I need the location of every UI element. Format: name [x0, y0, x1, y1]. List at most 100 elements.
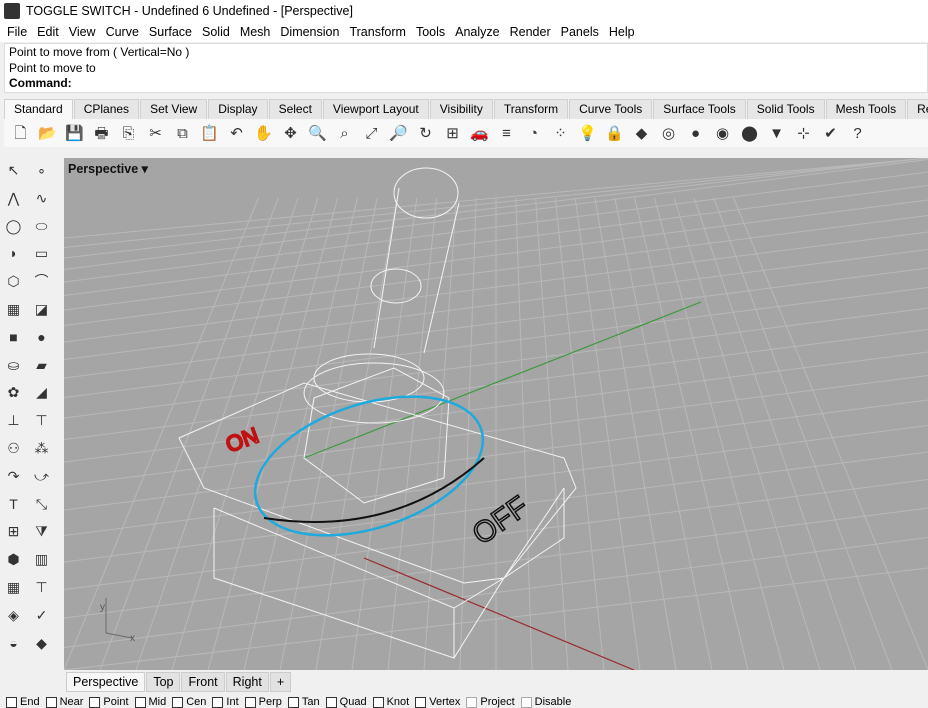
sphere-icon[interactable]: ●: [31, 327, 52, 348]
menu-item-curve[interactable]: Curve: [101, 25, 144, 39]
command-prompt[interactable]: Command:: [9, 76, 72, 90]
osnap-checkbox[interactable]: [89, 696, 101, 708]
osnap-disable[interactable]: Disable: [520, 696, 571, 708]
solid-icon[interactable]: ⬢: [3, 549, 24, 570]
help-icon[interactable]: ?: [847, 123, 868, 144]
zoom-icon[interactable]: 🔍: [307, 123, 328, 144]
render-icon[interactable]: ◒: [3, 633, 24, 654]
mirror-icon[interactable]: ⧩: [31, 521, 52, 542]
osnap-checkbox[interactable]: [244, 696, 256, 708]
osnap-project[interactable]: Project: [466, 696, 515, 708]
cut-icon[interactable]: ✂: [145, 123, 166, 144]
light-icon[interactable]: 💡: [577, 123, 598, 144]
add-viewport-button[interactable]: +: [269, 672, 292, 692]
tab-display[interactable]: Display: [208, 99, 268, 119]
paste-icon[interactable]: 📋: [199, 123, 220, 144]
arc-icon[interactable]: ◗: [3, 243, 24, 264]
menu-item-view[interactable]: View: [64, 25, 101, 39]
osnap-checkbox[interactable]: [466, 696, 478, 708]
array-icon[interactable]: ⊞: [3, 521, 24, 542]
bend-icon[interactable]: ↷: [3, 466, 24, 487]
import-icon[interactable]: ⎘: [118, 123, 139, 144]
new-icon[interactable]: 🗋: [10, 123, 31, 144]
menu-item-help[interactable]: Help: [604, 25, 640, 39]
scale-icon[interactable]: ⤡: [31, 494, 52, 515]
menu-item-analyze[interactable]: Analyze: [450, 25, 504, 39]
osnap-checkbox[interactable]: [6, 696, 17, 708]
osnap-int[interactable]: Int: [212, 696, 239, 708]
surface-icon[interactable]: ▦: [3, 299, 24, 320]
zoom-extents-icon[interactable]: ⤢: [361, 123, 382, 144]
curve-icon[interactable]: ∿: [31, 188, 52, 209]
check-icon[interactable]: ✔: [820, 123, 841, 144]
osnap-checkbox[interactable]: [325, 696, 337, 708]
rotate-view-icon[interactable]: ✥: [280, 123, 301, 144]
command-area[interactable]: Point to move from ( Vertical=No ) Point…: [4, 43, 928, 93]
point-icon[interactable]: ⁘: [550, 123, 571, 144]
menu-item-edit[interactable]: Edit: [32, 25, 64, 39]
osnap-vertex[interactable]: Vertex: [415, 696, 460, 708]
pan-icon[interactable]: ✋: [253, 123, 274, 144]
copy-icon[interactable]: ⧉: [172, 123, 193, 144]
boolean-icon[interactable]: ✿: [3, 382, 24, 403]
menu-item-dimension[interactable]: Dimension: [275, 25, 344, 39]
layer-icon[interactable]: ≡: [496, 123, 517, 144]
group-icon[interactable]: ⚇: [3, 438, 24, 459]
menu-item-file[interactable]: File: [2, 25, 32, 39]
print-icon[interactable]: 🖶: [91, 123, 112, 144]
menu-item-surface[interactable]: Surface: [144, 25, 197, 39]
osnap-knot[interactable]: Knot: [372, 696, 409, 708]
text-icon[interactable]: T: [3, 494, 24, 515]
rectangle-icon[interactable]: ▭: [31, 243, 52, 264]
save-icon[interactable]: 💾: [64, 123, 85, 144]
viewport-tab-front[interactable]: Front: [181, 672, 225, 692]
viewport-title[interactable]: Perspective ▾: [68, 161, 148, 176]
osnap-near[interactable]: Near: [45, 696, 83, 708]
tab-standard[interactable]: Standard: [4, 99, 73, 119]
rotate-icon[interactable]: ↻: [415, 123, 436, 144]
split-icon[interactable]: ⊥: [3, 410, 24, 431]
box-icon[interactable]: ■: [3, 327, 24, 348]
sphere-icon[interactable]: ⬤: [739, 123, 760, 144]
osnap-checkbox[interactable]: [172, 696, 184, 708]
zoom-selected-icon[interactable]: 🔎: [388, 123, 409, 144]
snap-icon[interactable]: ◔: [523, 123, 544, 144]
osnap-checkbox[interactable]: [134, 696, 146, 708]
menu-item-solid[interactable]: Solid: [197, 25, 235, 39]
osnap-point[interactable]: Point: [89, 696, 129, 708]
open-icon[interactable]: 📂: [37, 123, 58, 144]
menu-item-transform[interactable]: Transform: [344, 25, 411, 39]
osnap-tan[interactable]: Tan: [287, 696, 320, 708]
osnap-checkbox[interactable]: [372, 696, 384, 708]
perspective-viewport[interactable]: OFF ON y x Perspective ▾: [64, 158, 928, 670]
osnap-cen[interactable]: Cen: [172, 696, 206, 708]
undo-icon[interactable]: ↶: [226, 123, 247, 144]
point-icon[interactable]: ∘: [31, 160, 52, 181]
tab-select[interactable]: Select: [268, 99, 322, 119]
tab-visibility[interactable]: Visibility: [429, 99, 493, 119]
polygon-icon[interactable]: ⬡: [3, 271, 24, 292]
tab-set-view[interactable]: Set View: [140, 99, 208, 119]
menu-item-render[interactable]: Render: [505, 25, 556, 39]
offset-icon[interactable]: ⤻: [31, 466, 52, 487]
gumball-icon[interactable]: ⊹: [793, 123, 814, 144]
polyline-icon[interactable]: ⋀: [3, 188, 24, 209]
tab-cplanes[interactable]: CPlanes: [73, 99, 140, 119]
extrude-icon[interactable]: ◪: [31, 299, 52, 320]
tab-mesh-tools[interactable]: Mesh Tools: [825, 99, 907, 119]
transform-icon[interactable]: ◢: [31, 382, 52, 403]
tab-curve-tools[interactable]: Curve Tools: [569, 99, 653, 119]
tab-viewport-layout[interactable]: Viewport Layout: [322, 99, 429, 119]
analyze-icon[interactable]: ◈: [3, 605, 24, 626]
cylinder-icon[interactable]: ⛀: [3, 355, 24, 376]
viewport-tab-top[interactable]: Top: [146, 672, 181, 692]
osnap-checkbox[interactable]: [415, 696, 427, 708]
ellipse-icon[interactable]: ⬭: [31, 216, 52, 237]
viewport-menu-arrow-icon[interactable]: ▾: [142, 162, 148, 176]
osnap-checkbox[interactable]: [212, 696, 224, 708]
osnap-checkbox[interactable]: [45, 696, 57, 708]
tab-solid-tools[interactable]: Solid Tools: [746, 99, 825, 119]
car-icon[interactable]: 🚗: [469, 123, 490, 144]
shade-icon[interactable]: ●: [685, 123, 706, 144]
layout-icon[interactable]: ▥: [31, 549, 52, 570]
